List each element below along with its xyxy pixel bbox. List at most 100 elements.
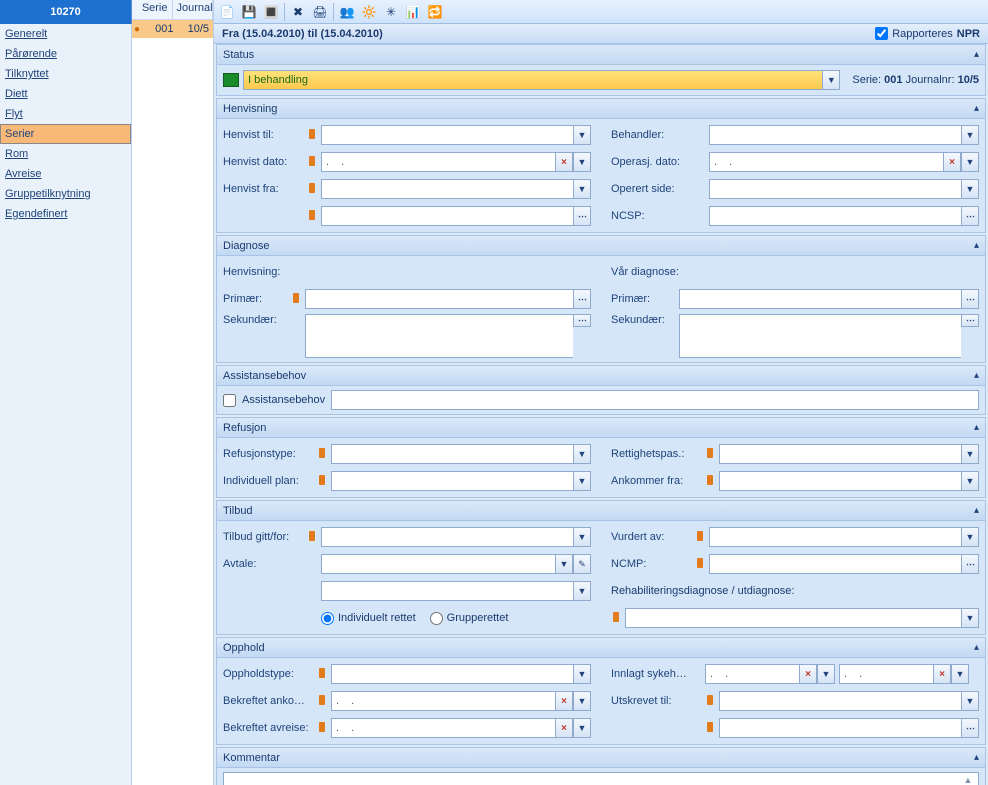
sidebar-item-egendefinert[interactable]: Egendefinert — [0, 204, 131, 224]
dropdown-icon[interactable]: ▼ — [573, 125, 591, 145]
toolbar-button-7[interactable]: ✳ — [382, 3, 400, 21]
toolbar-button-9[interactable]: 🔁 — [426, 3, 444, 21]
kommentar-textarea[interactable]: ▲ — [223, 772, 979, 785]
lookup-icon[interactable]: ⋯ — [961, 206, 979, 226]
npr-checkbox[interactable]: Rapporteres NPR — [875, 27, 980, 40]
dropdown-icon[interactable]: ▼ — [573, 691, 591, 711]
innlagt-date1-field[interactable]: ×▼ — [705, 664, 835, 684]
ankommer-fra-field[interactable]: ▼ — [719, 471, 979, 491]
dropdown-icon[interactable]: ▼ — [951, 664, 969, 684]
panel-header-status[interactable]: Status ▴ — [217, 45, 985, 65]
operert-side-field[interactable]: ▼ — [709, 179, 979, 199]
primar-left-field[interactable]: ⋯ — [305, 289, 591, 309]
dropdown-icon[interactable]: ▼ — [961, 152, 979, 172]
behandler-field[interactable]: ▼ — [709, 125, 979, 145]
dropdown-icon[interactable]: ▼ — [961, 608, 979, 628]
lookup-icon[interactable]: ⋯ — [573, 314, 591, 327]
panel-header-assistanse[interactable]: Assistansebehov ▴ — [217, 366, 985, 386]
henvist-fra-field[interactable]: ▼ — [321, 179, 591, 199]
dropdown-icon[interactable]: ▼ — [573, 581, 591, 601]
panel-header-kommentar[interactable]: Kommentar ▴ — [217, 748, 985, 768]
operasj-dato-field[interactable]: ×▼ — [709, 152, 979, 172]
sidebar-item-gruppetilknytning[interactable]: Gruppetilknytning — [0, 184, 131, 204]
avtale-extra-icon[interactable]: ✎ — [573, 554, 591, 574]
dropdown-icon[interactable]: ▼ — [961, 179, 979, 199]
clear-icon[interactable]: × — [933, 664, 951, 684]
rehab-field[interactable]: ▼ — [625, 608, 979, 628]
dropdown-icon[interactable]: ▼ — [573, 664, 591, 684]
toolbar-button-3[interactable]: ✖ — [289, 3, 307, 21]
utskrevet-field[interactable]: ▼ — [719, 691, 979, 711]
avtale-field[interactable]: ▼✎ — [321, 554, 591, 574]
toolbar-button-2[interactable]: 🔳 — [262, 3, 280, 21]
toolbar-button-4[interactable]: 🖨 — [311, 3, 329, 21]
clear-icon[interactable]: × — [799, 664, 817, 684]
lookup-icon[interactable]: ⋯ — [961, 718, 979, 738]
dropdown-icon[interactable]: ▼ — [961, 471, 979, 491]
ncmp-field[interactable]: ⋯ — [709, 554, 979, 574]
col-journal[interactable]: Journaln — [173, 0, 214, 19]
individuell-plan-field[interactable]: ▼ — [331, 471, 591, 491]
sidebar-item-tilknyttet[interactable]: Tilknyttet — [0, 64, 131, 84]
status-field[interactable]: I behandling ▼ — [243, 70, 840, 90]
radio-gruppe[interactable]: Grupperettet — [430, 612, 509, 625]
lookup-icon[interactable]: ⋯ — [961, 554, 979, 574]
lookup-icon[interactable]: ⋯ — [961, 289, 979, 309]
refusjonstype-field[interactable]: ▼ — [331, 444, 591, 464]
henvist-dato-field[interactable]: ×▼ — [321, 152, 591, 172]
dropdown-icon[interactable]: ▼ — [573, 152, 591, 172]
primar-right-field[interactable]: ⋯ — [679, 289, 979, 309]
col-serie[interactable]: Serie — [132, 0, 173, 19]
sidebar-item-pårørende[interactable]: Pårørende — [0, 44, 131, 64]
dropdown-icon[interactable]: ▼ — [961, 527, 979, 547]
sidebar-item-avreise[interactable]: Avreise — [0, 164, 131, 184]
dropdown-icon[interactable]: ▼ — [573, 718, 591, 738]
table-row[interactable]: ● 001 10/5 — [132, 20, 213, 38]
sidebar-item-rom[interactable]: Rom — [0, 144, 131, 164]
toolbar-button-1[interactable]: 💾 — [240, 3, 258, 21]
toolbar-button-6[interactable]: 🔆 — [360, 3, 378, 21]
panel-header-tilbud[interactable]: Tilbud ▴ — [217, 501, 985, 521]
panel-header-opphold[interactable]: Opphold ▴ — [217, 638, 985, 658]
sekund-right-field[interactable]: ⋯ — [679, 314, 979, 358]
sekund-left-field[interactable]: ⋯ — [305, 314, 591, 358]
lookup-icon[interactable]: ⋯ — [573, 206, 591, 226]
dropdown-icon[interactable]: ▼ — [961, 125, 979, 145]
panel-header-refusjon[interactable]: Refusjon ▴ — [217, 418, 985, 438]
sidebar-item-serier[interactable]: Serier — [0, 124, 131, 144]
dropdown-icon[interactable]: ▼ — [555, 554, 573, 574]
dropdown-icon[interactable]: ▼ — [822, 70, 840, 90]
dropdown-icon[interactable]: ▼ — [817, 664, 835, 684]
dropdown-icon[interactable]: ▼ — [961, 691, 979, 711]
panel-header-diagnose[interactable]: Diagnose ▴ — [217, 236, 985, 256]
scrollbar-icon[interactable]: ▲ — [960, 775, 976, 785]
rettighetspas-field[interactable]: ▼ — [719, 444, 979, 464]
henvist-til-field[interactable]: ▼ — [321, 125, 591, 145]
sidebar-item-diett[interactable]: Diett — [0, 84, 131, 104]
tilbud-gitt-field[interactable]: ▼ — [321, 527, 591, 547]
toolbar-button-0[interactable]: 📄 — [218, 3, 236, 21]
radio-individuelt[interactable]: Individuelt rettet — [321, 612, 416, 625]
lookup-icon[interactable]: ⋯ — [961, 314, 979, 327]
oppholdstype-field[interactable]: ▼ — [331, 664, 591, 684]
bekreftet-anko-field[interactable]: ×▼ — [331, 691, 591, 711]
sidebar-item-flyt[interactable]: Flyt — [0, 104, 131, 124]
vurdert-av-field[interactable]: ▼ — [709, 527, 979, 547]
toolbar-button-8[interactable]: 📊 — [404, 3, 422, 21]
dropdown-icon[interactable]: ▼ — [573, 527, 591, 547]
assistanse-field[interactable] — [331, 390, 979, 410]
sidebar-item-generelt[interactable]: Generelt — [0, 24, 131, 44]
dropdown-icon[interactable]: ▼ — [573, 179, 591, 199]
ncsp-field[interactable]: ⋯ — [709, 206, 979, 226]
innlagt-date2-field[interactable]: ×▼ — [839, 664, 969, 684]
clear-icon[interactable]: × — [555, 152, 573, 172]
dropdown-icon[interactable]: ▼ — [573, 471, 591, 491]
assistanse-checkbox[interactable] — [223, 394, 236, 407]
avtale-sub-field[interactable]: ▼ — [321, 581, 591, 601]
bekreftet-avreise-field[interactable]: ×▼ — [331, 718, 591, 738]
clear-icon[interactable]: × — [555, 691, 573, 711]
toolbar-button-5[interactable]: 👥 — [338, 3, 356, 21]
lookup-icon[interactable]: ⋯ — [573, 289, 591, 309]
clear-icon[interactable]: × — [555, 718, 573, 738]
utskrevet-detail-field[interactable]: ⋯ — [719, 718, 979, 738]
